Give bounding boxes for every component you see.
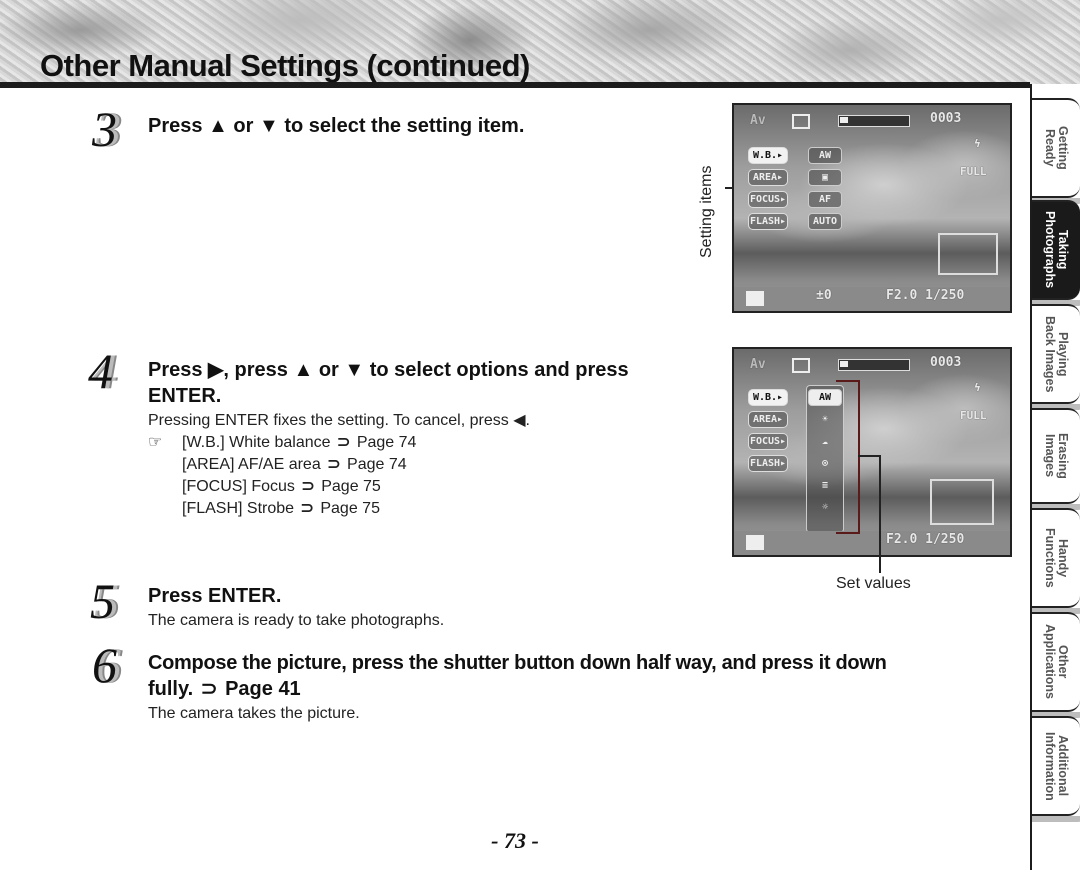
up-arrow-icon: ▲ (208, 115, 228, 137)
exposure-compensation: ±0 (816, 288, 832, 303)
menu-item-area[interactable]: AREA▸ (748, 169, 788, 186)
lcd-screen-set-values: Av 0003 ϟ FULL W.B.▸ AREA▸ FOCUS▸ FLASH▸… (732, 347, 1012, 557)
step-3-heading: Press ▲ or ▼ to select the setting item. (148, 114, 524, 138)
page-arrow-icon: ⊃ (336, 434, 351, 451)
exposure-bar (838, 115, 910, 127)
flash-icon: ϟ (974, 381, 981, 394)
side-tab-additional-information[interactable]: Additional Information (1032, 716, 1080, 822)
exposure-bar (838, 359, 910, 371)
pointing-hand-icon: ☞ (148, 434, 163, 451)
metering-icon (746, 535, 764, 550)
step-number-3: 3 (92, 101, 117, 157)
callout-setting-items: Setting items (698, 165, 715, 258)
side-tab-playing-back-images[interactable]: Playing Back Images (1032, 304, 1080, 410)
page-number: - 73 - (491, 828, 539, 853)
tab-label: Erasing Images (1043, 433, 1070, 479)
reference-item[interactable]: [AREA] AF/AE area ⊃ Page 74 (182, 454, 416, 476)
lcd-status-bar (734, 531, 1010, 555)
page-arrow-icon: ⊃ (327, 456, 341, 473)
shot-counter: 0003 (930, 355, 962, 370)
aperture-shutter: F2.0 1/250 (886, 532, 965, 547)
flash-icon: ϟ (974, 137, 981, 150)
menu-item-wb[interactable]: W.B.▸ (748, 389, 788, 406)
lcd-screen-setting-items: Av 0003 ϟ FULL W.B.▸ AREA▸ FOCUS▸ FLASH▸… (732, 103, 1012, 313)
menu-value-area: ▣ (808, 169, 842, 186)
shot-counter: 0003 (930, 111, 962, 126)
header-rule (0, 82, 1030, 88)
menu-item-focus[interactable]: FOCUS▸ (748, 433, 788, 450)
page-arrow-icon: ⊃ (301, 478, 315, 495)
drive-mode-icon (792, 358, 810, 373)
set-values-bracket (836, 380, 860, 534)
step-3-text-c: to select the setting item. (278, 115, 525, 137)
quality-indicator: FULL (960, 165, 987, 178)
drive-mode-icon (792, 114, 810, 129)
reference-label: [W.B.] White balance (182, 434, 331, 451)
quality-indicator: FULL (960, 409, 987, 422)
page-arrow-icon: ⊃ (200, 678, 218, 700)
step-4-body: Pressing ENTER fixes the setting. To can… (148, 412, 530, 429)
reference-page-link[interactable]: Page 74 (347, 456, 407, 473)
side-tab-erasing-images[interactable]: Erasing Images (1032, 408, 1080, 510)
page-arrow-icon: ⊃ (300, 500, 314, 517)
step-4-heading-line2: ENTER. (148, 385, 222, 407)
side-tab-getting-ready[interactable]: Getting Ready (1032, 98, 1080, 204)
tab-label: Handy Functions (1043, 528, 1070, 588)
step-6-body: The camera takes the picture. (148, 705, 360, 722)
step-5-body: The camera is ready to take photographs. (148, 612, 445, 629)
menu-value-focus: AF (808, 191, 842, 208)
reference-page-link[interactable]: Page 75 (320, 500, 380, 517)
mode-indicator: Av (750, 357, 766, 372)
step-number-6: 6 (92, 637, 117, 693)
menu-value-wb: AW (808, 147, 842, 164)
tab-label: Playing Back Images (1043, 315, 1070, 393)
set-values-leader-v (879, 455, 881, 573)
step-5-heading: Press ENTER. (148, 585, 282, 607)
side-tab-other-applications[interactable]: Other Applications (1032, 612, 1080, 718)
step-6-page-link[interactable]: Page 41 (225, 678, 301, 700)
reference-page-link[interactable]: Page 75 (321, 478, 381, 495)
tab-label: Additional Information (1043, 731, 1070, 801)
menu-value-flash: AUTO (808, 213, 842, 230)
side-tab-taking-photographs[interactable]: Taking Photographs (1032, 200, 1080, 306)
step-3-text-a: Press (148, 115, 209, 137)
step-3-text-b: or (227, 115, 259, 137)
step-6-heading-line2: fully. ⊃ Page 41 (148, 677, 301, 701)
step-number-5: 5 (90, 573, 115, 629)
tab-shadow (1032, 816, 1080, 822)
step-4-heading-line1: Press ▶, press ▲ or ▼ to select options … (148, 359, 629, 381)
reference-label: [FOCUS] Focus (182, 478, 295, 495)
aperture-shutter: F2.0 1/250 (886, 288, 965, 303)
tab-label: Getting Ready (1043, 126, 1070, 170)
page-title: Other Manual Settings (continued) (40, 48, 530, 83)
reference-item[interactable]: [FOCUS] Focus ⊃ Page 75 (182, 476, 416, 498)
step-number-4: 4 (88, 343, 113, 399)
side-tab-handy-functions[interactable]: Handy Functions (1032, 508, 1080, 614)
menu-item-wb[interactable]: W.B.▸ (748, 147, 788, 164)
set-values-leader-h (858, 455, 880, 457)
menu-item-area[interactable]: AREA▸ (748, 411, 788, 428)
metering-icon (746, 291, 764, 306)
reference-label: [AREA] AF/AE area (182, 456, 321, 473)
reference-list: ☞ [W.B.] White balance ⊃ Page 74 [AREA] … (148, 432, 416, 520)
reference-item[interactable]: [W.B.] White balance ⊃ Page 74 (182, 432, 416, 454)
af-frame (938, 233, 998, 275)
tab-label: Taking Photographs (1043, 211, 1070, 289)
mode-indicator: Av (750, 113, 766, 128)
step-6-text: fully. (148, 678, 194, 700)
menu-item-focus[interactable]: FOCUS▸ (748, 191, 788, 208)
down-arrow-icon: ▼ (258, 115, 279, 137)
reference-label: [FLASH] Strobe (182, 500, 295, 517)
menu-item-flash[interactable]: FLASH▸ (748, 455, 788, 472)
callout-set-values: Set values (836, 575, 911, 592)
menu-item-flash[interactable]: FLASH▸ (748, 213, 788, 230)
lcd-status-bar (734, 287, 1010, 311)
reference-item[interactable]: [FLASH] Strobe ⊃ Page 75 (182, 498, 416, 520)
reference-page-link[interactable]: Page 74 (357, 434, 417, 451)
step-6-heading-line1: Compose the picture, press the shutter b… (148, 652, 887, 674)
af-frame (930, 479, 994, 525)
tab-label: Other Applications (1043, 624, 1070, 700)
